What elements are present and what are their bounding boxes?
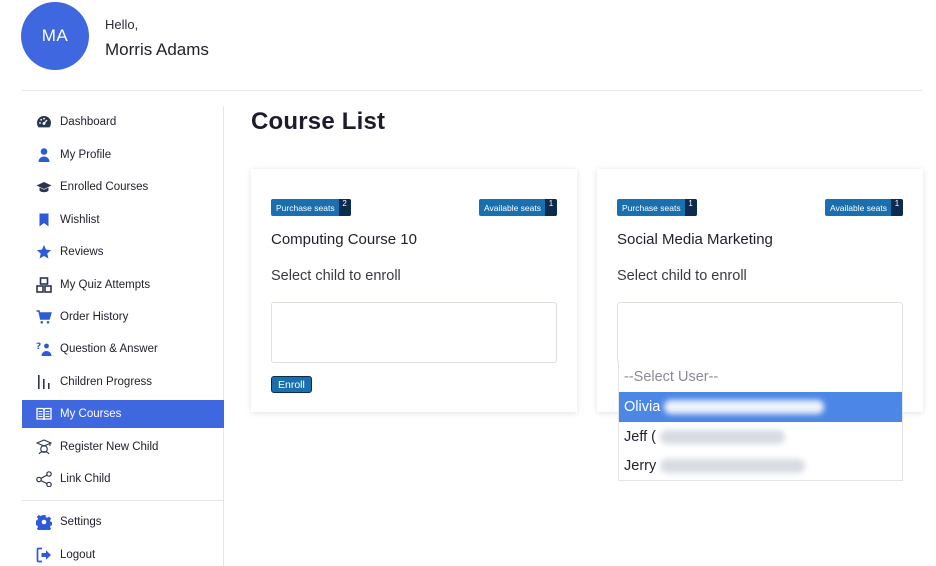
purchase-seats-badge: Purchase seats 2 (271, 199, 351, 216)
progress-bars-icon (22, 374, 60, 390)
sidebar-item-enrolled-courses[interactable]: Enrolled Courses (22, 173, 224, 201)
sidebar-item-label: Dashboard (60, 116, 117, 128)
sidebar-item-label: Reviews (60, 246, 104, 258)
sidebar-item-label: My Profile (60, 149, 112, 161)
sidebar-item-register-new-child[interactable]: Register New Child (22, 433, 224, 461)
sidebar-item-my-quiz-attempts[interactable]: My Quiz Attempts (22, 271, 224, 299)
header-divider (22, 90, 922, 91)
badge-count: 1 (545, 199, 557, 216)
badge-count: 1 (684, 199, 697, 216)
sidebar-item-my-courses[interactable]: My Courses (22, 400, 224, 428)
dropdown-option[interactable]: Olivia (619, 392, 902, 422)
sidebar-item-settings[interactable]: Settings (22, 508, 224, 536)
available-seats-badge: Available seats 1 (824, 199, 903, 216)
sidebar-item-dashboard[interactable]: Dashboard (22, 108, 224, 136)
sidebar-item-label: My Courses (60, 408, 122, 420)
badge-count: 2 (338, 199, 351, 216)
header: MA Hello, Morris Adams (0, 0, 936, 90)
badge-label: Available seats (483, 202, 541, 213)
course-card: Purchase seats 2 Available seats 1 Compu… (251, 169, 577, 412)
sidebar-item-wishlist[interactable]: Wishlist (22, 206, 224, 234)
sidebar-divider (22, 500, 224, 501)
sidebar-item-link-child[interactable]: Link Child (22, 465, 224, 493)
sidebar-item-label: My Quiz Attempts (60, 279, 151, 291)
select-child-input[interactable] (271, 302, 557, 363)
sidebar-item-label: Enrolled Courses (60, 181, 149, 193)
greeting: Hello, (105, 17, 139, 32)
sidebar-item-reviews[interactable]: Reviews (22, 238, 224, 266)
course-name: Social Media Marketing (617, 231, 773, 248)
cart-icon (22, 309, 60, 325)
sidebar-item-logout[interactable]: Logout (22, 541, 224, 566)
user-icon (22, 147, 60, 163)
sidebar-item-label: Order History (60, 311, 129, 323)
svg-text:?: ? (36, 342, 41, 352)
option-label: Jerry (624, 458, 657, 474)
sidebar-item-question-answer[interactable]: ? Question & Answer (22, 335, 224, 363)
badge-label: Available seats (829, 202, 887, 213)
sidebar-item-label: Register New Child (60, 441, 159, 453)
child-cap-icon (22, 439, 60, 455)
option-label: Olivia (624, 399, 661, 415)
select-child-label: Select child to enroll (617, 268, 747, 284)
sidebar-item-my-profile[interactable]: My Profile (22, 141, 224, 169)
select-child-label: Select child to enroll (271, 268, 401, 284)
quiz-icon (22, 277, 60, 293)
question-answer-icon: ? (22, 341, 60, 357)
dashboard-icon (22, 114, 60, 130)
avatar[interactable]: MA (21, 2, 89, 70)
sidebar-item-label: Children Progress (60, 376, 153, 388)
dropdown-option[interactable]: Jeff ( (619, 422, 902, 452)
sidebar-item-label: Wishlist (60, 214, 100, 226)
sidebar-item-children-progress[interactable]: Children Progress (22, 368, 224, 396)
redacted-text (659, 430, 785, 444)
course-name: Computing Course 10 (271, 231, 417, 248)
sidebar-item-label: Settings (60, 516, 102, 528)
enroll-button[interactable]: Enroll (271, 376, 312, 393)
sidebar: Dashboard My Profile Enrolled Courses Wi… (22, 106, 224, 566)
share-icon (22, 471, 60, 487)
dropdown-option-placeholder[interactable]: --Select User-- (619, 362, 902, 392)
redacted-text (664, 400, 825, 414)
graduation-cap-icon (22, 179, 60, 195)
redacted-text (660, 459, 806, 473)
gear-icon (22, 514, 60, 530)
page-title: Course List (251, 108, 386, 135)
dropdown-option[interactable]: Jerry (619, 451, 902, 481)
badge-count: 1 (891, 199, 903, 216)
bookmark-icon (22, 212, 60, 228)
book-icon (22, 406, 60, 422)
purchase-seats-badge: Purchase seats 1 (617, 199, 697, 216)
user-name: Morris Adams (105, 40, 209, 59)
star-icon (22, 244, 60, 260)
badge-label: Purchase seats (276, 202, 335, 213)
available-seats-badge: Available seats 1 (478, 199, 557, 216)
select-child-input[interactable] (617, 302, 903, 363)
badge-label: Purchase seats (622, 202, 681, 213)
logout-icon (22, 547, 60, 563)
option-label: Jeff ( (624, 429, 656, 445)
sidebar-item-label: Link Child (60, 473, 111, 485)
sidebar-item-label: Question & Answer (60, 343, 158, 355)
select-user-dropdown: --Select User-- Olivia Jeff ( Jerry (618, 362, 903, 481)
sidebar-item-label: Logout (60, 549, 96, 561)
sidebar-item-order-history[interactable]: Order History (22, 303, 224, 331)
